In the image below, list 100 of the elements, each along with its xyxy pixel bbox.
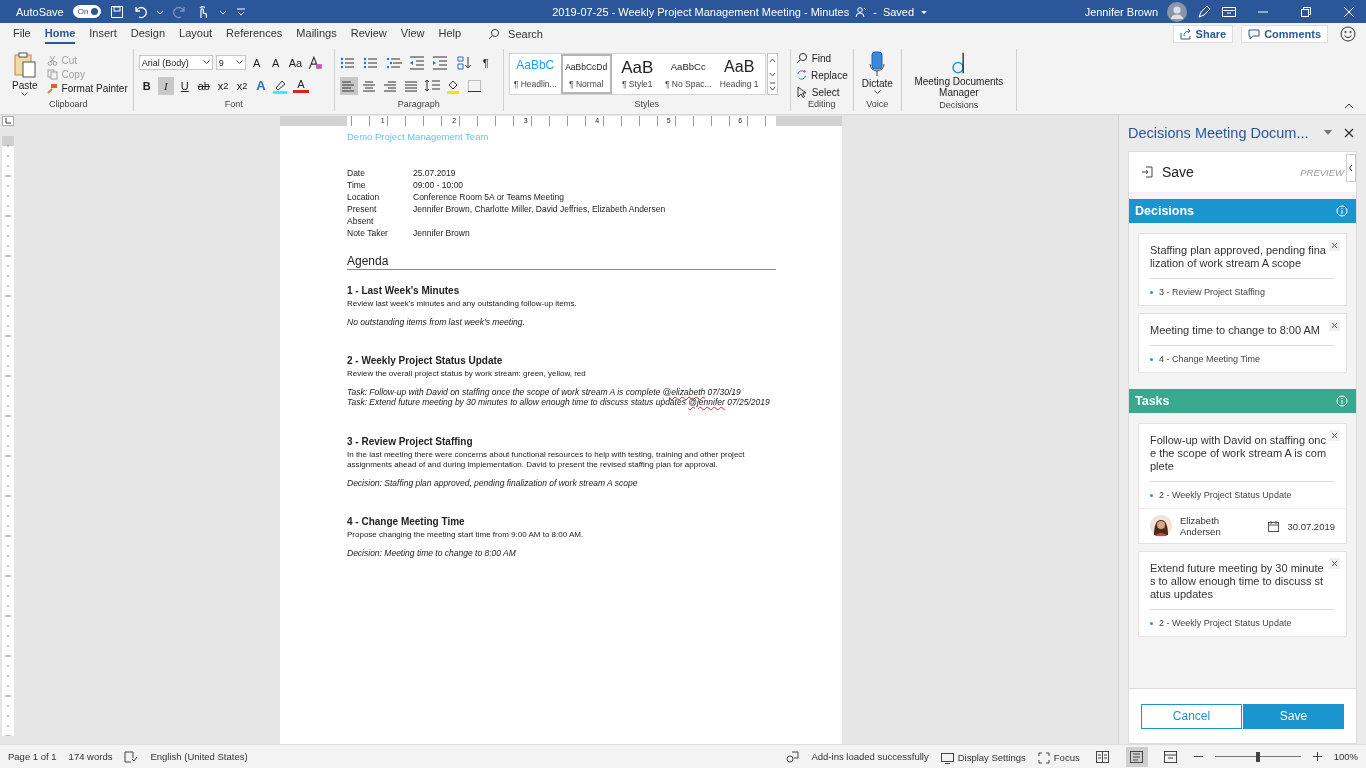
ribbon-tab[interactable]: Mailings (296, 24, 337, 44)
clipboard-icon (12, 51, 37, 79)
close-icon[interactable] (1344, 128, 1354, 138)
people-icon[interactable] (855, 5, 868, 18)
section-body: In the last meeting there were concerns about functional resources to help with testing, training and other project assignments ahead of and during implementation. David to present the revised staffing plan for approval. (347, 449, 746, 470)
remove-icon[interactable] (1329, 430, 1340, 441)
section-body: Review the overall project status by work stream: green, yellow, red (347, 368, 587, 379)
save-button[interactable]: Save (1141, 164, 1194, 180)
collapse-icon[interactable] (1346, 154, 1356, 182)
replace-button[interactable]: Replace (795, 68, 848, 82)
share-button[interactable]: Share (1172, 25, 1234, 43)
clear-format-icon[interactable] (307, 53, 324, 72)
comment-icon (1248, 28, 1261, 40)
style-item[interactable]: AaB Heading 1 (713, 54, 765, 94)
item-text: Follow-up with David on staffing once the scope of work stream A is complete (1150, 434, 1334, 482)
undo-icon[interactable] (132, 4, 147, 19)
print-view-button[interactable] (1125, 746, 1148, 767)
proofing-icon[interactable] (124, 750, 139, 763)
bullet-icon (1150, 493, 1153, 497)
paste-button[interactable]: Paste (9, 49, 41, 99)
restore-icon[interactable] (1300, 5, 1312, 18)
group-label: Styles (634, 99, 659, 109)
caret-icon (235, 60, 243, 65)
mention-link[interactable]: @jennifer (688, 397, 725, 407)
format-button[interactable]: I (157, 76, 174, 95)
ribbon-tab[interactable]: View (400, 24, 425, 44)
bullet-icon (1150, 621, 1153, 625)
style-item[interactable]: AaBbCcDd ¶ Normal (560, 54, 612, 94)
search-field[interactable]: Search (488, 25, 591, 43)
format-button[interactable]: A (252, 76, 269, 95)
format-button[interactable]: U (176, 76, 193, 95)
style-item[interactable]: AaB ¶ Style1 (611, 54, 663, 94)
search-input[interactable]: Search (506, 27, 591, 41)
agenda-reference[interactable]: 3 - Review Project Staffing (1159, 287, 1265, 297)
autosave-toggle[interactable]: On (72, 5, 101, 18)
info-icon[interactable] (1336, 205, 1348, 217)
user-name[interactable]: Jennifer Brown (1084, 5, 1158, 18)
change-case-button[interactable]: Aa (286, 53, 305, 72)
section-heading: 3 - Review Project Staffing (347, 435, 474, 447)
ribbon-tab[interactable]: Design (130, 24, 166, 44)
caret-icon (873, 90, 881, 95)
select-button[interactable]: Select (795, 85, 848, 99)
ribbon-tab[interactable]: Review (350, 24, 387, 44)
assignee-name: Elizabeth Andersen (1180, 515, 1222, 537)
word-count[interactable]: 174 words (68, 751, 113, 762)
remove-icon[interactable] (1329, 320, 1340, 331)
group-label: Editing (807, 99, 836, 109)
style-item[interactable]: AaBbCc ¶ No Spac... (662, 54, 714, 94)
shrink-font-button[interactable]: A (267, 53, 284, 72)
tab-selector-icon[interactable] (1, 116, 14, 126)
language-status[interactable]: English (United States) (150, 751, 248, 762)
remove-icon[interactable] (1329, 558, 1340, 569)
zoom-slider[interactable] (1214, 751, 1301, 762)
zoom-level[interactable]: 100% (1333, 751, 1358, 762)
format-button[interactable]: B (138, 76, 155, 95)
agenda-reference[interactable]: 2 - Weekly Project Status Update (1159, 490, 1292, 500)
ribbon-display-icon[interactable] (1221, 4, 1237, 19)
ribbon-tab[interactable]: Help (438, 24, 462, 44)
meta-label: Absent (347, 216, 375, 227)
smiley-icon[interactable] (1340, 26, 1356, 42)
mention-link[interactable]: @elizabeth (662, 386, 706, 397)
avatar[interactable] (1167, 1, 1187, 22)
font-size-field[interactable]: 9 (215, 55, 246, 70)
meta-label: Present (347, 204, 378, 215)
collapse-ribbon-icon[interactable] (1344, 102, 1354, 110)
font-name-field[interactable]: Arial (Body) (138, 55, 213, 70)
agenda-reference[interactable]: 4 - Change Meeting Time (1159, 354, 1261, 364)
task-line: Task: Follow-up with David on staffing once the scope of work stream A is complete @elizabeth 07/30/19 (347, 386, 742, 397)
format-button[interactable]: A (292, 78, 309, 93)
save-icon[interactable] (109, 4, 124, 19)
meeting-documents-button[interactable]: Meeting Documents Manager (906, 49, 1011, 100)
field-value: Arial (Body) (141, 57, 189, 68)
grow-font-button[interactable]: A (248, 53, 265, 72)
item-text: Meeting time to change to 8:00 AM (1150, 324, 1334, 346)
group-label: Voice (866, 99, 889, 109)
remove-icon[interactable] (1329, 240, 1340, 251)
caret-icon[interactable] (1324, 130, 1332, 136)
dictate-button[interactable]: Dictate (858, 49, 896, 99)
display-settings-button[interactable]: Display Settings (940, 752, 1026, 764)
page-count[interactable]: Page 1 of 1 (8, 751, 57, 762)
ribbon-tab[interactable]: References (226, 24, 283, 44)
align-left-icon[interactable] (339, 76, 358, 95)
ribbon-tab[interactable]: Insert (89, 24, 117, 44)
gallery-scroll-icon[interactable] (766, 53, 778, 95)
painter-button[interactable]: Format Painter (46, 81, 128, 95)
style-item[interactable]: AaBbC ¶ Headlin... (509, 54, 561, 94)
ribbon-tab[interactable]: Layout (179, 24, 213, 44)
focus-button[interactable]: Focus (1037, 752, 1080, 764)
comments-button[interactable]: Comments (1241, 25, 1328, 43)
toggle-knob (90, 8, 98, 15)
pen-icon[interactable] (1196, 3, 1212, 20)
find-button[interactable]: Find (795, 51, 848, 65)
zoom-in-icon[interactable] (1312, 752, 1322, 761)
slider-thumb[interactable] (1255, 751, 1260, 762)
calendar-icon (1268, 520, 1280, 532)
save-status[interactable]: Saved (882, 5, 915, 18)
agenda-reference[interactable]: 2 - Weekly Project Status Update (1159, 618, 1292, 628)
ribbon-tab[interactable]: File (13, 24, 31, 44)
show-marks-button[interactable]: ¶ (477, 53, 494, 72)
format-button[interactable]: ab (195, 76, 212, 95)
